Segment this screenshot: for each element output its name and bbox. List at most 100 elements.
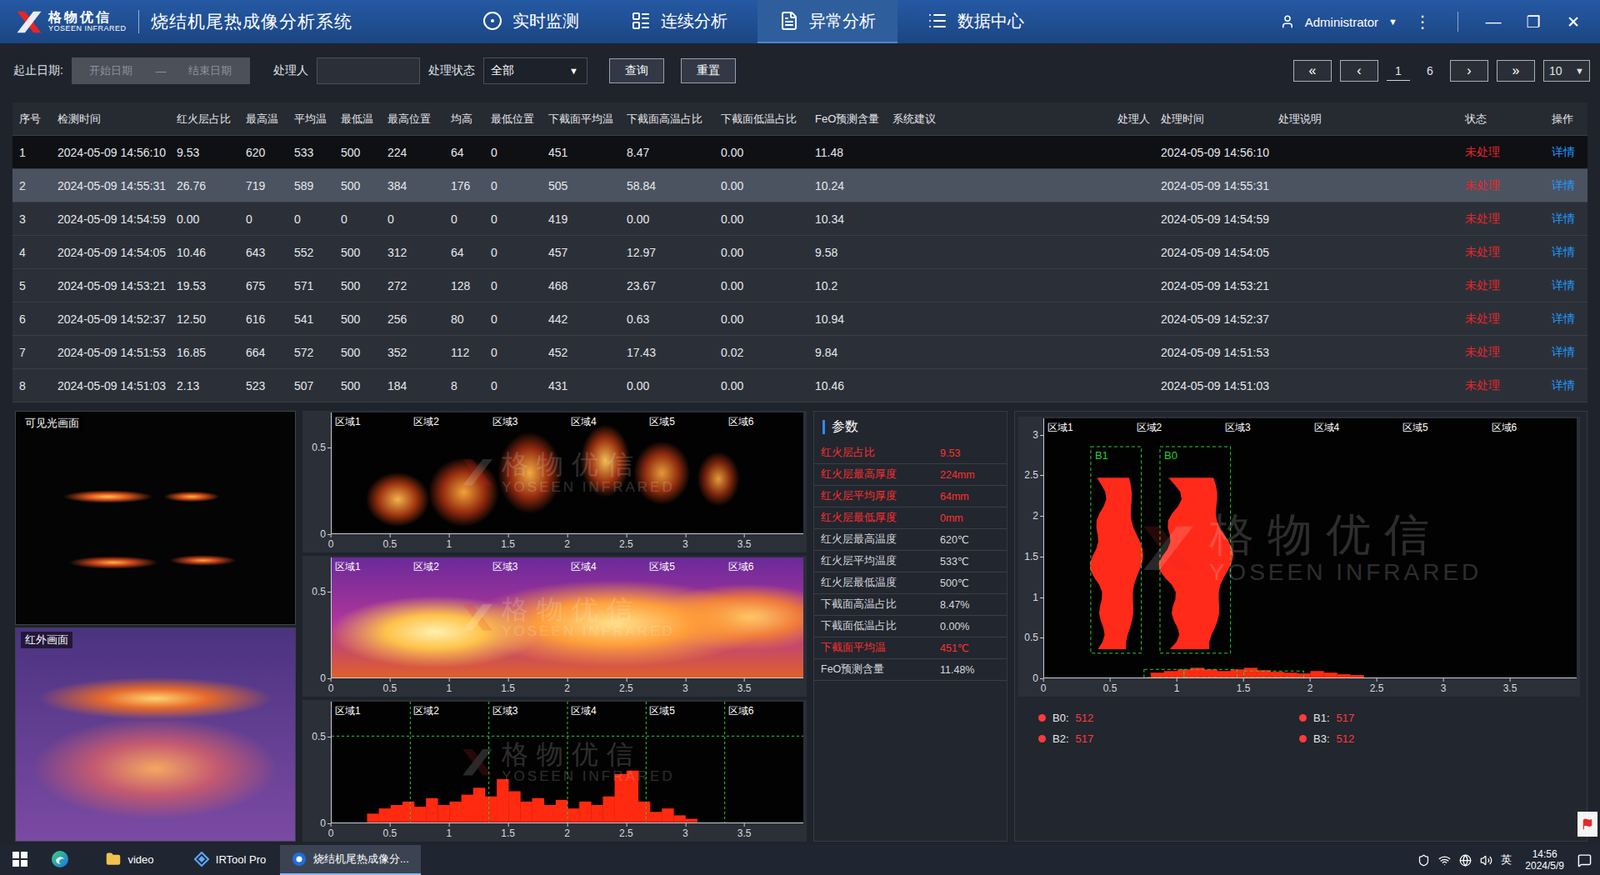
detail-link[interactable]: 详情 (1545, 378, 1588, 394)
profile-bar (461, 795, 474, 823)
column-header: 处理说明 (1271, 111, 1459, 127)
bottom-bar (1563, 677, 1577, 679)
status-select[interactable]: 全部▼ (483, 57, 588, 85)
table-cell: 589 (287, 179, 335, 193)
query-button[interactable]: 查询 (609, 58, 665, 84)
taskbar-item[interactable] (0, 845, 40, 875)
ime-indicator[interactable]: 英 (1500, 852, 1512, 868)
bottom-bar (1430, 677, 1444, 679)
user-caret[interactable]: ▼ (1388, 16, 1398, 27)
taskbar-item[interactable]: 烧结机尾热成像分... (280, 845, 421, 875)
flag-icon (1581, 818, 1594, 830)
detail-link[interactable]: 详情 (1545, 178, 1588, 194)
user-name[interactable]: Administrator (1305, 15, 1379, 30)
bottom-bar (1217, 670, 1231, 678)
profile-bar (496, 779, 509, 823)
table-cell: 0.00 (714, 245, 809, 260)
table-cell: 17.43 (620, 345, 715, 360)
window-control[interactable]: ✕ (1558, 12, 1589, 32)
last-page-button[interactable]: » (1496, 60, 1535, 82)
detail-link[interactable]: 详情 (1545, 345, 1588, 360)
window-control[interactable]: ❐ (1518, 12, 1549, 32)
nav-tab[interactable]: 异常分析 (757, 0, 898, 44)
watermark-en: YOSEEN INFRARED (501, 624, 675, 640)
profile-bar (544, 805, 556, 823)
nav-tab[interactable]: 实时监测 (460, 0, 601, 44)
table-cell: 6 (12, 312, 51, 326)
reset-button[interactable]: 重置 (680, 58, 736, 84)
x-tick: 1.5 (500, 538, 515, 550)
date-range[interactable]: 开始日期—结束日期 (71, 57, 250, 85)
x-tick: 0.5 (383, 827, 398, 840)
table-row[interactable]: 52024-05-09 14:53:2119.53675571500272128… (12, 269, 1588, 303)
current-page[interactable]: 1 (1386, 61, 1410, 81)
table-row[interactable]: 22024-05-09 14:55:3126.76719589500384176… (12, 169, 1588, 203)
taskbar-item[interactable]: IRTool Pro (180, 845, 280, 875)
detail-link[interactable]: 详情 (1545, 145, 1588, 160)
profile-bar (697, 821, 710, 823)
table-row[interactable]: 42024-05-09 14:54:0510.46643552500312640… (12, 235, 1588, 270)
zone-divider (410, 701, 411, 823)
page-size-select[interactable]: 10▼ (1543, 60, 1590, 82)
profile-bar (720, 821, 733, 823)
system-tray: 英 14:562024/5/9 (1417, 845, 1600, 875)
table-row[interactable]: 82024-05-09 14:51:032.135235075001848043… (12, 369, 1588, 403)
prev-page-button[interactable]: ‹ (1340, 60, 1379, 82)
profile-bar (709, 821, 721, 823)
y-tick: 3 (1032, 429, 1039, 441)
table-row[interactable]: 12024-05-09 14:56:109.536205335002246404… (12, 135, 1588, 170)
legend-dot (1299, 714, 1307, 722)
flag-widget[interactable] (1577, 811, 1598, 837)
zone-label: 区域1 (335, 704, 361, 719)
param-row: 红火层占比9.53 (814, 442, 1007, 465)
volume-icon[interactable] (1480, 854, 1493, 867)
shield-icon[interactable] (1417, 854, 1430, 867)
table-cell: 419 (541, 212, 620, 226)
table-cell: 384 (380, 179, 445, 193)
detail-link[interactable]: 详情 (1545, 278, 1588, 294)
table-cell: 1 (12, 145, 51, 160)
table-cell: 442 (541, 312, 620, 326)
column-header: 操作 (1545, 111, 1588, 127)
network-icon[interactable] (1438, 854, 1451, 867)
table-cell: 523 (239, 379, 288, 393)
column-header: 检测时间 (50, 111, 170, 127)
taskbar-item[interactable]: video (80, 845, 180, 875)
region-box (1160, 446, 1231, 654)
status-cell: 未处理 (1458, 245, 1545, 260)
nav-tab[interactable]: 数据中心 (905, 0, 1046, 44)
table-row[interactable]: 72024-05-09 14:51:5316.85664572500352112… (12, 335, 1588, 370)
detail-link[interactable]: 详情 (1545, 211, 1588, 227)
table-cell: 572 (287, 345, 335, 360)
clock[interactable]: 14:562024/5/9 (1520, 848, 1570, 873)
column-header: 下截面平均温 (541, 111, 620, 127)
x-axis: 00.511.522.533.5 (1043, 678, 1577, 697)
table-row[interactable]: 32024-05-09 14:54:590.000000004190.000.0… (12, 202, 1588, 236)
more-button[interactable]: ⋮ (1407, 11, 1438, 32)
notification-icon[interactable] (1577, 853, 1592, 868)
x-tick: 2.5 (619, 538, 634, 550)
table-cell: 10.46 (808, 379, 886, 393)
logo-icon (15, 10, 44, 35)
nav-tab[interactable]: 连续分析 (609, 0, 750, 44)
table-cell: 0 (334, 212, 381, 226)
next-page-button[interactable]: › (1450, 60, 1489, 82)
table-cell: 12.97 (620, 245, 715, 260)
detail-link[interactable]: 详情 (1545, 311, 1588, 327)
bottom-bar (1350, 675, 1364, 678)
handler-input[interactable] (316, 57, 420, 85)
profile-bar (485, 796, 497, 823)
table-cell: 431 (541, 379, 620, 393)
table-row[interactable]: 62024-05-09 14:52:3712.50616541500256800… (12, 302, 1588, 336)
zone-label: 区域2 (413, 560, 440, 575)
table-cell: 2024-05-09 14:54:05 (50, 245, 170, 260)
globe-icon[interactable] (1459, 854, 1472, 867)
status-cell: 未处理 (1458, 345, 1545, 360)
first-page-button[interactable]: « (1293, 60, 1332, 82)
detail-link[interactable]: 详情 (1545, 245, 1588, 260)
param-row: 下截面高温占比8.47% (814, 594, 1007, 616)
strip-chart: 00.5格物优信YOSEEN INFRARED区域1区域2区域3区域4区域5区域… (302, 555, 807, 698)
taskbar-item[interactable] (40, 845, 80, 875)
table-cell: 2024-05-09 14:56:10 (50, 145, 170, 160)
window-control[interactable]: — (1478, 12, 1509, 31)
